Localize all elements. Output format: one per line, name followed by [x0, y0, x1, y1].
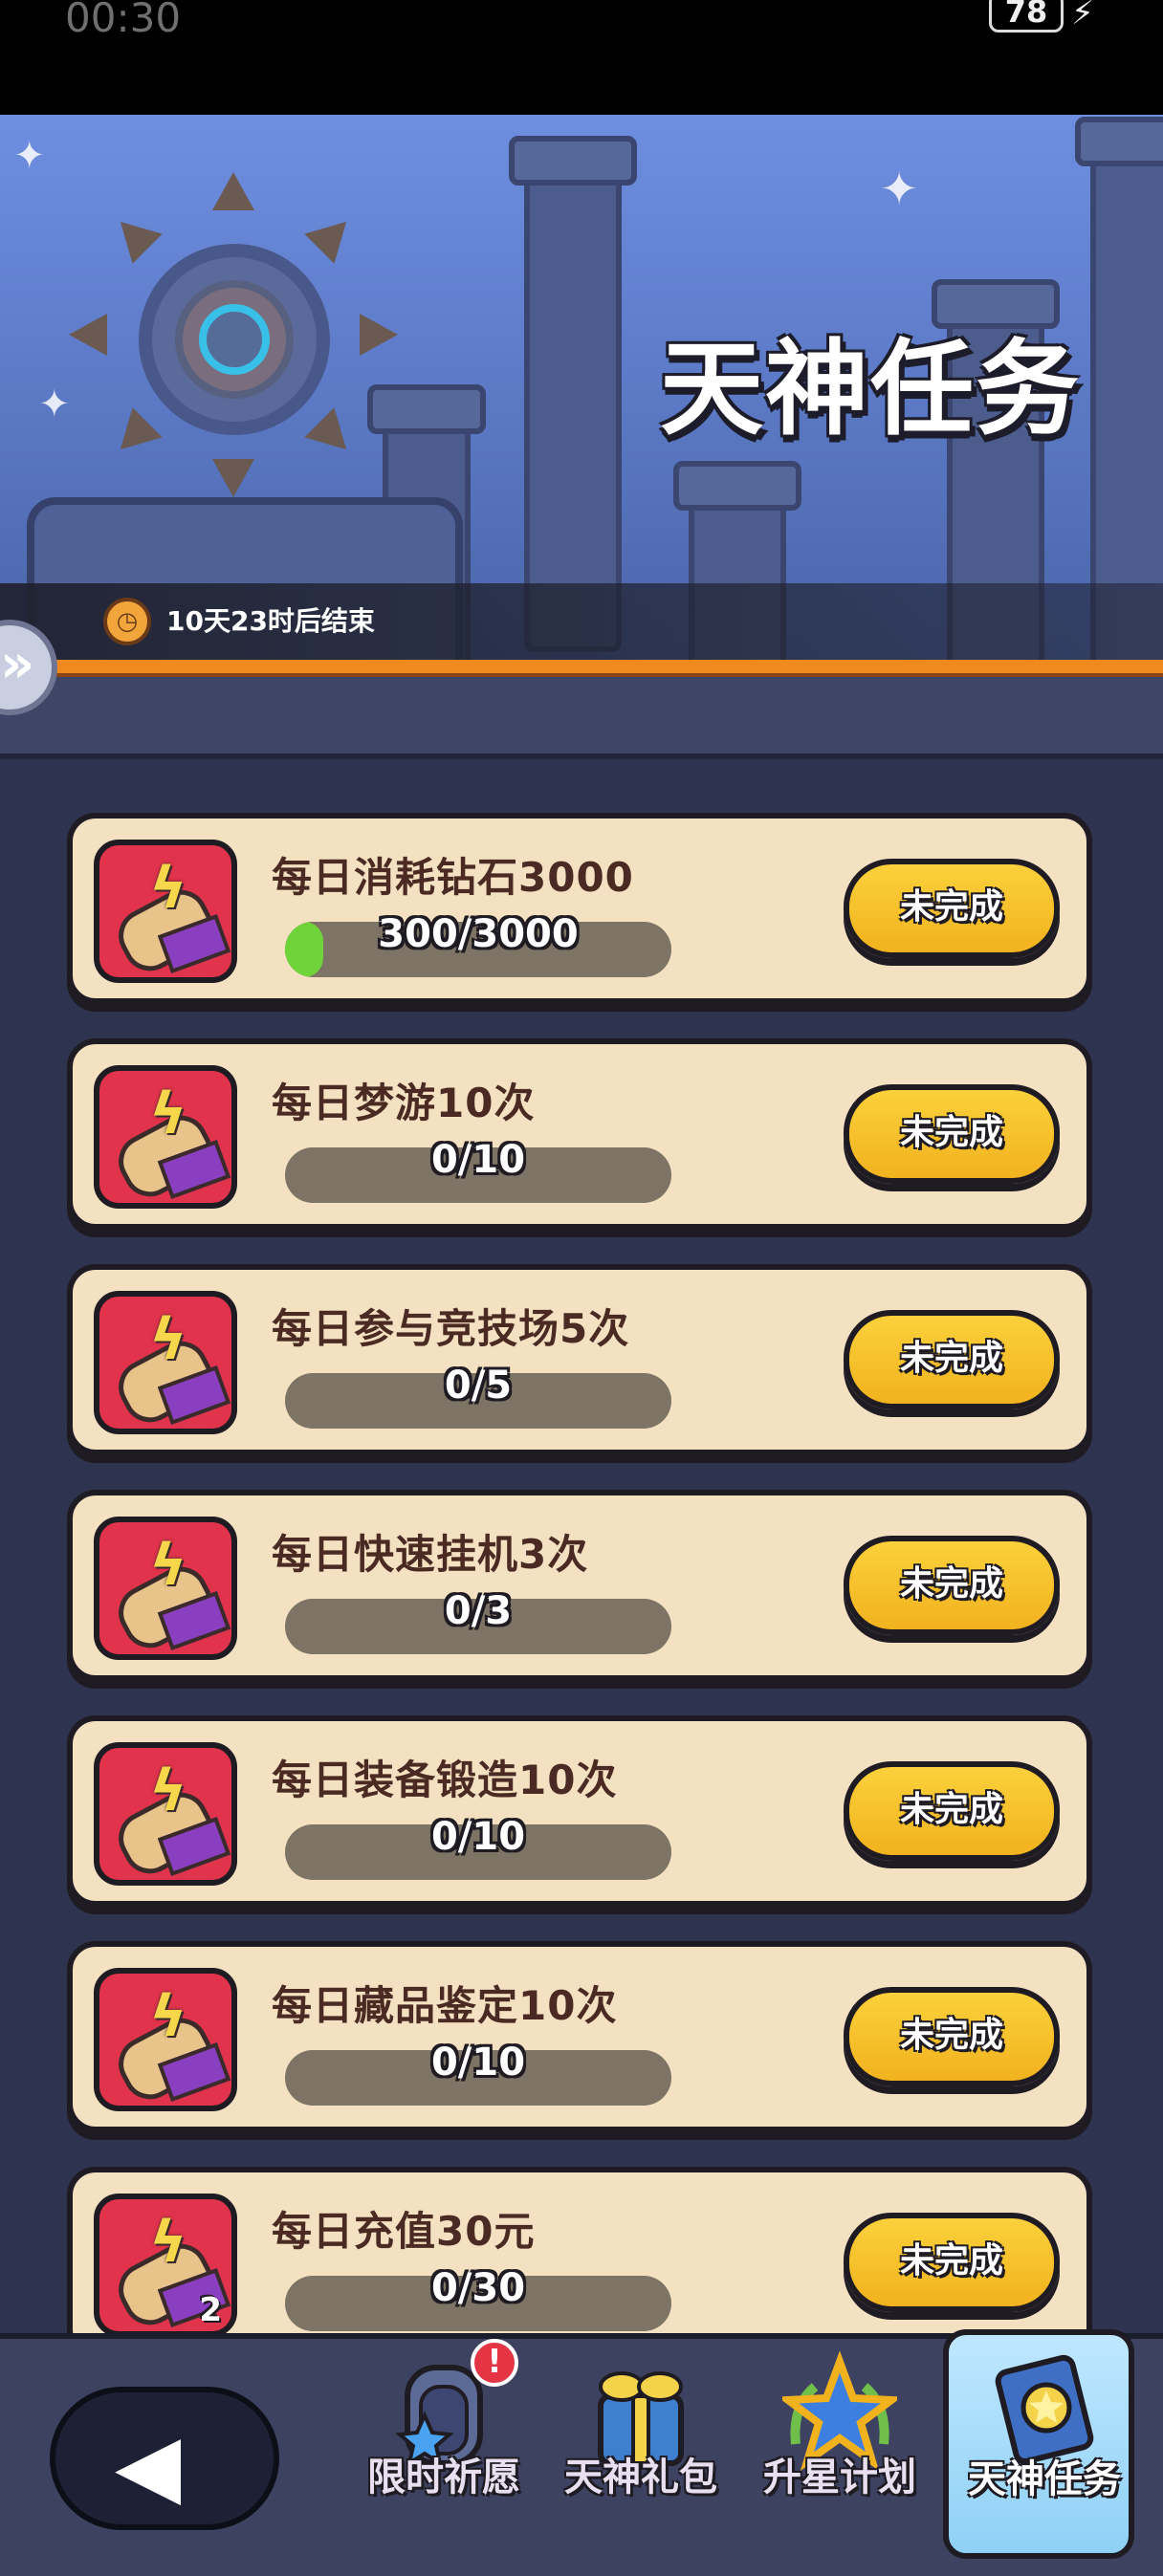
- gear-spike: [69, 314, 107, 356]
- gear-spike: [304, 407, 362, 465]
- tab-label: 天神礼包: [564, 2456, 717, 2500]
- progress-text: 0/5: [444, 1364, 513, 1408]
- tab-star-up-plan[interactable]: 升星计划: [744, 2339, 935, 2576]
- back-button[interactable]: ◀: [50, 2387, 279, 2530]
- incomplete-button[interactable]: 未完成: [844, 1084, 1060, 1184]
- incomplete-button[interactable]: 未完成: [844, 2213, 1060, 2312]
- task-title: 每日充值30元: [272, 2208, 536, 2255]
- scroll-reward-icon: ϟ: [94, 1065, 237, 1209]
- incomplete-button[interactable]: 未完成: [844, 1536, 1060, 1635]
- sparkle-icon: ✦: [38, 382, 71, 426]
- tab-limited-wish[interactable]: ! 限时祈愿: [348, 2339, 539, 2576]
- scroll-reward-icon: ϟ: [94, 1742, 237, 1886]
- status-time: 00:30: [65, 0, 182, 41]
- task-title: 每日快速挂机3次: [272, 1531, 589, 1578]
- progress-text: 0/10: [430, 1138, 526, 1182]
- task-card: ϟ 每日装备锻造10次 0/10 未完成: [67, 1715, 1092, 1907]
- event-banner: ✦ ✦ ✦ ✦ 天神任务 ◷ 10天23时后结束: [0, 115, 1163, 679]
- tab-label: 天神任务: [968, 2457, 1121, 2501]
- incomplete-button[interactable]: 未完成: [844, 859, 1060, 958]
- gear-spike: [304, 207, 362, 264]
- scroll-reward-icon: ϟ 2: [94, 2194, 237, 2333]
- progress-text: 300/3000: [378, 912, 579, 956]
- tab-label: 限时祈愿: [367, 2456, 520, 2500]
- progress-text: 0/3: [444, 1589, 513, 1633]
- progress-text: 0/10: [430, 2041, 526, 2085]
- tab-label: 升星计划: [763, 2456, 916, 2500]
- charging-icon: ⚡: [1071, 0, 1094, 33]
- gear-spike: [360, 314, 398, 356]
- task-title: 每日装备锻造10次: [272, 1757, 618, 1803]
- task-title: 每日梦游10次: [272, 1080, 536, 1126]
- task-card: ϟ 每日藏品鉴定10次 0/10 未完成: [67, 1941, 1092, 2132]
- battery-level: 78: [989, 0, 1064, 33]
- task-title: 每日藏品鉴定10次: [272, 1982, 618, 2029]
- pillar-decoration: [509, 136, 637, 652]
- status-bar: 00:30 78 ⚡: [0, 0, 1163, 115]
- task-card: ϟ 每日消耗钻石3000 300/3000 未完成: [67, 813, 1092, 1004]
- gear-spike: [105, 207, 163, 264]
- task-title: 每日参与竞技场5次: [272, 1305, 630, 1352]
- banner-separator: [0, 677, 1163, 759]
- event-timer: 10天23时后结束: [166, 605, 375, 637]
- sparkle-icon: ✦: [13, 134, 46, 178]
- task-card: ϟ 每日快速挂机3次 0/3 未完成: [67, 1490, 1092, 1681]
- task-card: ϟ 每日参与竞技场5次 0/5 未完成: [67, 1264, 1092, 1455]
- task-card: ϟ 2 每日充值30元 0/30 未完成: [67, 2167, 1092, 2333]
- task-list[interactable]: ϟ 每日消耗钻石3000 300/3000 未完成 ϟ 每日梦游10次 0/10…: [0, 803, 1163, 2333]
- gear-eye: [199, 304, 270, 375]
- scroll-reward-icon: ϟ: [94, 1517, 237, 1660]
- sparkle-icon: ✦: [880, 163, 919, 216]
- alert-badge: !: [471, 2339, 518, 2387]
- task-card: ϟ 每日梦游10次 0/10 未完成: [67, 1038, 1092, 1230]
- scroll-reward-icon: ϟ: [94, 1968, 237, 2111]
- task-title: 每日消耗钻石3000: [272, 854, 634, 901]
- clock-icon: ◷: [103, 598, 151, 645]
- progress-text: 0/10: [430, 1815, 526, 1859]
- tab-god-gift-pack[interactable]: 天神礼包: [545, 2339, 736, 2576]
- incomplete-button[interactable]: 未完成: [844, 1310, 1060, 1409]
- reward-count: 2: [199, 2291, 222, 2329]
- incomplete-button[interactable]: 未完成: [844, 1761, 1060, 1861]
- scroll-reward-icon: ϟ: [94, 1291, 237, 1434]
- progress-text: 0/30: [430, 2266, 526, 2310]
- scroll-reward-icon: ϟ: [94, 840, 237, 983]
- back-arrow-icon: ◀: [115, 2415, 182, 2516]
- tab-god-quests[interactable]: 天神任务: [943, 2329, 1134, 2559]
- gear-spike: [212, 172, 254, 210]
- bottom-nav: ◀ ! 限时祈愿 天神礼包 升星计划 天神任务: [0, 2329, 1163, 2576]
- gear-spike: [212, 459, 254, 497]
- incomplete-button[interactable]: 未完成: [844, 1987, 1060, 2086]
- gear-spike: [105, 407, 163, 465]
- banner-title: 天神任务: [660, 330, 1082, 449]
- accent-line: [0, 660, 1163, 677]
